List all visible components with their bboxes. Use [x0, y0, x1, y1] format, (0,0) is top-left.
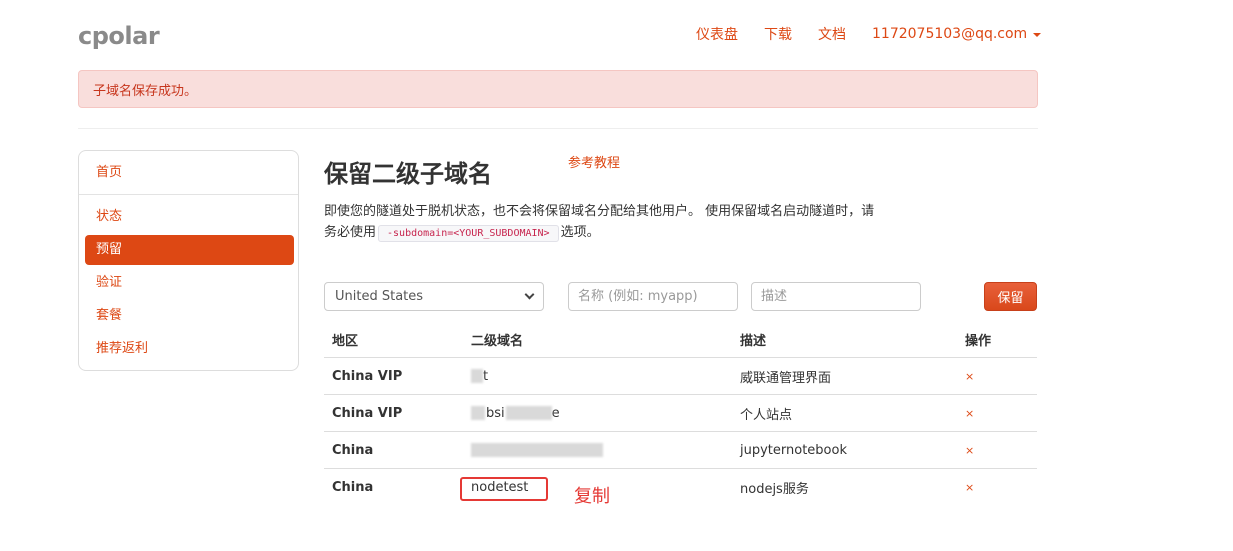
row-subdomain[interactable]	[471, 432, 603, 468]
table-row: China VIP t 威联通管理界面 ×	[324, 358, 1037, 395]
reserved-subdomains-table: 地区 二级域名 描述 操作 China VIP t 威联通管理界面 × Chin…	[324, 322, 1037, 506]
row-region: China	[332, 480, 374, 495]
table-header: 地区 二级域名 描述 操作	[324, 322, 1037, 358]
nav-docs[interactable]: 文档	[818, 24, 846, 44]
sidebar-item-home[interactable]: 首页	[85, 158, 294, 188]
subdomain-option-code: -subdomain=<YOUR_SUBDOMAIN>	[378, 225, 559, 242]
caret-down-icon	[1033, 33, 1042, 37]
redacted-text	[471, 406, 485, 420]
sidebar-item-plans[interactable]: 套餐	[85, 301, 294, 331]
top-navigation: 仪表盘 下载 文档 1172075103@qq.com	[696, 24, 1042, 44]
divider	[78, 128, 1038, 129]
table-row: China VIP bsi e 个人站点 ×	[324, 395, 1037, 432]
redacted-text	[471, 443, 603, 457]
row-region: China VIP	[332, 405, 403, 421]
reserve-button[interactable]: 保留	[984, 282, 1037, 311]
page-description: 即使您的隧道处于脱机状态，也不会将保留域名分配给其他用户。 使用保留域名启动隧道…	[324, 201, 884, 244]
header-action: 操作	[965, 334, 992, 349]
row-region: China	[332, 442, 374, 458]
header-region: 地区	[332, 334, 359, 349]
row-description: nodejs服务	[740, 482, 809, 497]
annotation-copy-label: 复制	[574, 486, 610, 507]
table-row: China nodetest nodejs服务 ×	[324, 469, 1037, 506]
tutorial-link[interactable]: 参考教程	[568, 152, 620, 171]
sidebar-divider	[79, 194, 298, 195]
sidebar-item-referral[interactable]: 推荐返利	[85, 334, 294, 364]
delete-icon[interactable]: ×	[965, 469, 974, 506]
table-row: China jupyternotebook ×	[324, 432, 1037, 469]
header-subdomain: 二级域名	[471, 334, 524, 349]
sidebar: 首页 状态 预留 验证 套餐 推荐返利	[78, 150, 299, 371]
row-region: China VIP	[332, 368, 403, 384]
header-description: 描述	[740, 334, 767, 349]
row-description: 个人站点	[740, 407, 793, 423]
sidebar-item-reserved[interactable]: 预留	[85, 235, 294, 265]
row-subdomain[interactable]: bsi e	[471, 395, 560, 431]
row-subdomain[interactable]: t	[471, 358, 488, 394]
annotation-highlight-box	[460, 477, 548, 501]
delete-icon[interactable]: ×	[965, 432, 974, 468]
description-input[interactable]	[751, 282, 921, 311]
region-select-value: United States	[335, 289, 424, 304]
subdomain-name-input[interactable]	[568, 282, 738, 311]
redacted-text	[471, 369, 483, 383]
description-suffix: 选项。	[560, 225, 600, 240]
region-select[interactable]: United States	[324, 282, 544, 311]
user-email: 1172075103@qq.com	[872, 26, 1028, 42]
delete-icon[interactable]: ×	[965, 358, 974, 394]
row-description: jupyternotebook	[740, 442, 847, 458]
row-description: 威联通管理界面	[740, 370, 832, 386]
redacted-text	[505, 406, 552, 420]
chevron-down-icon	[524, 289, 535, 300]
nav-download[interactable]: 下载	[764, 24, 792, 44]
user-menu[interactable]: 1172075103@qq.com	[872, 26, 1042, 42]
nav-dashboard[interactable]: 仪表盘	[696, 24, 738, 44]
success-alert: 子域名保存成功。	[78, 70, 1038, 108]
cpolar-logo[interactable]: cpolar	[78, 22, 160, 50]
sidebar-item-status[interactable]: 状态	[85, 202, 294, 232]
delete-icon[interactable]: ×	[965, 395, 974, 431]
sidebar-item-verify[interactable]: 验证	[85, 268, 294, 298]
page-title: 保留二级子域名	[324, 160, 492, 188]
